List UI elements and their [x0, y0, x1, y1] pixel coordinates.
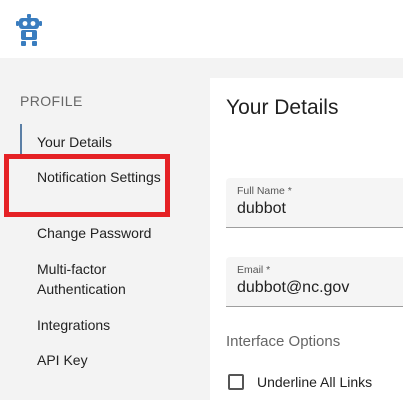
underline-links-checkbox[interactable] — [228, 374, 244, 390]
full-name-value[interactable]: dubbot — [237, 200, 286, 218]
underline-links-label[interactable]: Underline All Links — [257, 374, 372, 390]
sidebar-item-integrations[interactable]: Integrations — [37, 315, 167, 335]
sidebar-item-change-password[interactable]: Change Password — [37, 223, 167, 243]
email-value[interactable]: dubbot@nc.gov — [237, 279, 349, 297]
details-panel — [210, 78, 403, 400]
highlight-annotation — [4, 154, 170, 217]
email-field[interactable]: Email * dubbot@nc.gov — [226, 257, 403, 307]
sidebar-item-your-details[interactable]: Your Details — [37, 132, 167, 152]
page-title: Your Details — [226, 96, 339, 119]
full-name-field[interactable]: Full Name * dubbot — [226, 178, 403, 228]
sidebar-section-label: PROFILE — [20, 93, 83, 109]
email-label: Email * — [237, 264, 271, 276]
full-name-label: Full Name * — [237, 185, 292, 197]
active-indicator — [20, 124, 22, 156]
robot-logo-icon[interactable] — [16, 14, 42, 46]
sidebar-item-api-key[interactable]: API Key — [37, 350, 167, 370]
sidebar-item-multi-factor[interactable]: Multi-factor Authentication — [37, 259, 167, 299]
interface-options-heading: Interface Options — [226, 333, 341, 350]
top-bar — [0, 0, 403, 58]
